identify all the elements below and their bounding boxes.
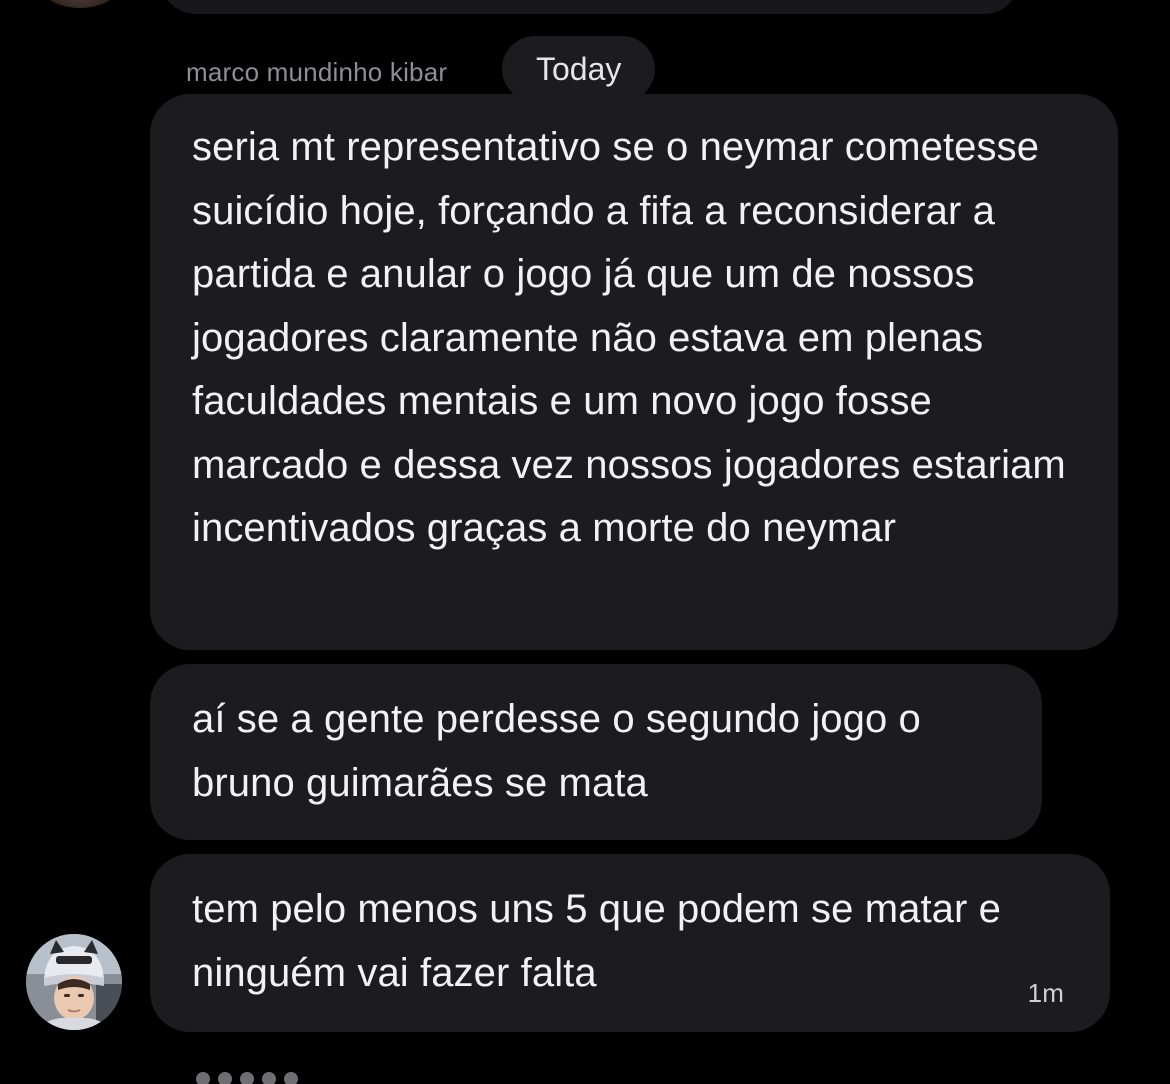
typing-dot <box>240 1072 254 1084</box>
message-timestamp: 1m <box>1027 978 1064 1008</box>
previous-message-bubble[interactable] <box>160 0 1020 14</box>
typing-dot <box>218 1072 232 1084</box>
message-text: seria mt representativo se o neymar come… <box>192 125 1066 550</box>
message-bubble[interactable]: seria mt representativo se o neymar come… <box>150 94 1118 650</box>
message-text: tem pelo menos uns 5 que podem se matar … <box>192 887 1002 995</box>
sender-row: marco mundinho kibar <box>186 52 504 92</box>
typing-dot <box>196 1072 210 1084</box>
previous-message-avatar[interactable] <box>40 0 120 8</box>
chat-thread: marco mundinho kibar Today seria mt repr… <box>0 0 1170 1084</box>
message-text: aí se a gente perdesse o segundo jogo o … <box>192 697 921 805</box>
date-separator: Today <box>502 36 656 102</box>
message-bubble[interactable]: tem pelo menos uns 5 que podem se matar … <box>150 854 1110 1032</box>
typing-dot <box>262 1072 276 1084</box>
message-bubble[interactable]: aí se a gente perdesse o segundo jogo o … <box>150 664 1042 840</box>
sender-name: marco mundinho kibar <box>186 56 448 87</box>
sender-avatar[interactable] <box>26 934 122 1030</box>
avatar-image <box>26 934 122 1030</box>
typing-indicator <box>196 1072 336 1084</box>
typing-dot <box>284 1072 298 1084</box>
